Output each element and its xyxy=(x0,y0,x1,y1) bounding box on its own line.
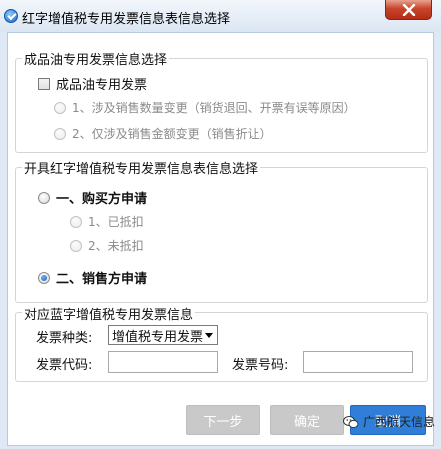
buyer-not-deducted-label: 2、未抵扣 xyxy=(88,239,144,253)
seller-apply-radio[interactable] xyxy=(38,271,50,284)
seller-apply-label: 二、销售方申请 xyxy=(56,272,148,287)
red-invoice-apply-group: 开具红字增值税专用发票信息表信息选择 一、购买方申请 1、已抵扣 2、未抵扣 二… xyxy=(15,158,428,303)
invoice-code-input[interactable] xyxy=(108,351,218,373)
red-invoice-apply-legend: 开具红字增值税专用发票信息表信息选择 xyxy=(22,158,261,177)
oil-option-quantity[interactable]: 1、涉及销售数量变更（销货退回、开票有误等原因） xyxy=(54,99,356,116)
oil-option-quantity-radio[interactable] xyxy=(54,101,66,114)
app-icon xyxy=(4,9,18,23)
oil-option-quantity-label: 1、涉及销售数量变更（销货退回、开票有误等原因） xyxy=(72,101,356,115)
buyer-not-deducted-radio[interactable] xyxy=(70,239,82,252)
close-icon xyxy=(402,4,416,16)
wechat-icon xyxy=(343,415,359,428)
close-button[interactable] xyxy=(385,0,432,20)
invoice-number-input[interactable] xyxy=(303,351,413,373)
watermark: 广西航天信息 xyxy=(343,413,435,430)
buyer-not-deducted-option[interactable]: 2、未抵扣 xyxy=(70,237,144,254)
next-button[interactable]: 下一步 xyxy=(186,405,260,435)
buyer-apply-radio[interactable] xyxy=(38,191,50,204)
invoice-type-label: 发票种类: xyxy=(36,331,93,346)
refined-oil-checkbox-label: 成品油专用发票 xyxy=(56,78,148,93)
buyer-deducted-label: 1、已抵扣 xyxy=(88,215,144,229)
blue-invoice-info-legend: 对应蓝字增值税专用发票信息 xyxy=(22,304,196,323)
refined-oil-group-legend: 成品油专用发票信息选择 xyxy=(22,49,170,68)
invoice-code-label: 发票代码: xyxy=(36,358,93,373)
buyer-apply-label: 一、购买方申请 xyxy=(56,192,148,207)
invoice-number-label: 发票号码: xyxy=(232,358,289,373)
seller-apply-option[interactable]: 二、销售方申请 xyxy=(38,268,147,287)
buyer-deducted-option[interactable]: 1、已抵扣 xyxy=(70,213,144,230)
oil-option-amount-radio[interactable] xyxy=(54,127,66,140)
title-bar: 红字增值税专用发票信息表信息选择 xyxy=(0,0,441,32)
window-title: 红字增值税专用发票信息表信息选择 xyxy=(22,12,231,27)
refined-oil-checkbox-row[interactable]: 成品油专用发票 xyxy=(38,74,147,93)
oil-option-amount-label: 2、仅涉及销售金额变更（销售折让） xyxy=(72,127,272,141)
watermark-text: 广西航天信息 xyxy=(363,415,436,429)
oil-option-amount[interactable]: 2、仅涉及销售金额变更（销售折让） xyxy=(54,125,272,142)
buyer-deducted-radio[interactable] xyxy=(70,215,82,228)
blue-invoice-info-group: 对应蓝字增值税专用发票信息 发票种类: 增值税专用发票 发票代码: 发票号码: xyxy=(15,304,428,382)
ok-button[interactable]: 确定 xyxy=(270,405,344,435)
refined-oil-group: 成品油专用发票信息选择 成品油专用发票 1、涉及销售数量变更（销货退回、开票有误… xyxy=(15,49,428,153)
buyer-apply-option[interactable]: 一、购买方申请 xyxy=(38,188,147,207)
chevron-down-icon xyxy=(205,333,213,338)
invoice-type-select[interactable]: 增值税专用发票 xyxy=(108,325,218,345)
dialog-body: 成品油专用发票信息选择 成品油专用发票 1、涉及销售数量变更（销货退回、开票有误… xyxy=(7,32,434,446)
invoice-type-value: 增值税专用发票 xyxy=(112,329,204,345)
refined-oil-checkbox[interactable] xyxy=(38,77,50,90)
